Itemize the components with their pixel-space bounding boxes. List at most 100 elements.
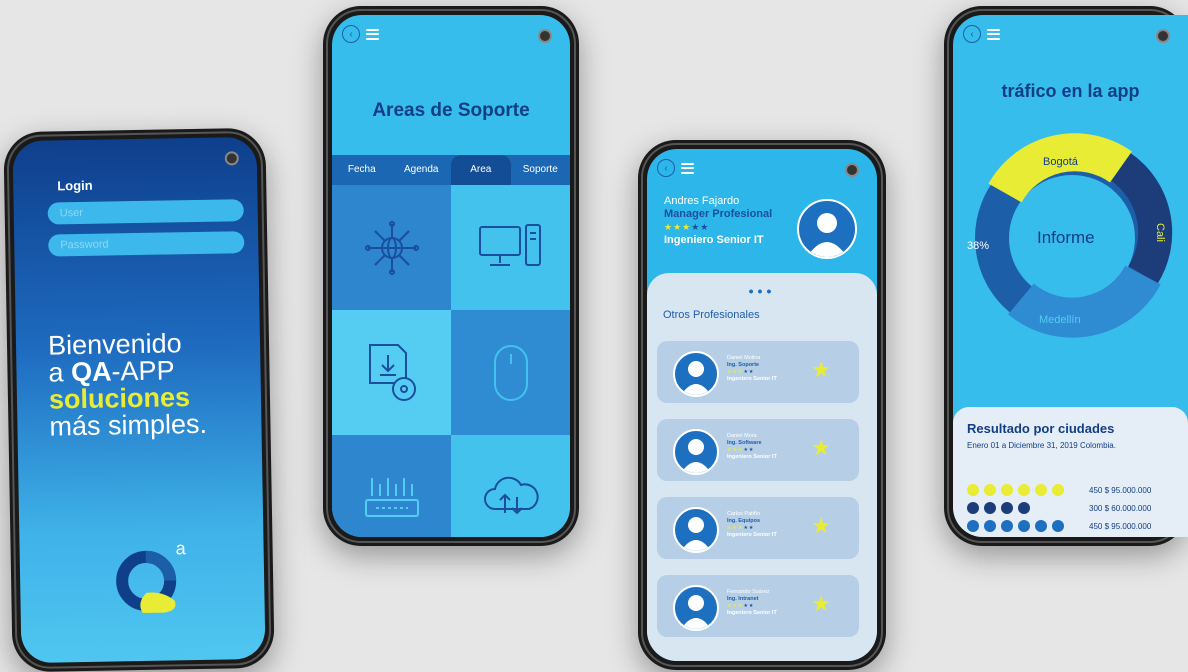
card-rating: ★★★★★ <box>727 603 755 609</box>
professional-card[interactable]: Daniel Mora Ing. Software ★★★★★ Ingenier… <box>657 419 859 481</box>
camera-icon <box>845 163 859 177</box>
pager-dots[interactable]: ••• <box>647 283 877 299</box>
card-role: Ing. Equipos <box>727 518 760 524</box>
back-icon[interactable]: ‹ <box>657 159 675 177</box>
card-rating: ★★★★★ <box>727 447 755 453</box>
star-icon[interactable]: ★ <box>811 513 831 539</box>
phone-traffic: ‹ tráfico en la app Bogotá Cali Medellín… <box>944 6 1188 546</box>
profile-rating: ★★★★★ <box>664 222 710 232</box>
phone-support-areas: ‹ Areas de Soporte Fecha Agenda Area Sop… <box>323 6 579 546</box>
result-value: 450 $ 95.000.000 <box>1089 485 1152 495</box>
section-label: Otros Profesionales <box>663 309 760 321</box>
card-level: Ingeniero Senior IT <box>727 454 777 460</box>
card-text: Fernando Suárez Ing. Intranet ★★★★★ Inge… <box>727 589 777 617</box>
login-title: Login <box>57 177 93 194</box>
tab-area[interactable]: Area <box>451 155 511 185</box>
results-panel: Resultado por ciudades Enero 01 a Diciem… <box>953 407 1188 537</box>
support-screen: ‹ Areas de Soporte Fecha Agenda Area Sop… <box>332 15 570 537</box>
avatar[interactable] <box>797 199 857 259</box>
professional-card[interactable]: Fernando Suárez Ing. Intranet ★★★★★ Inge… <box>657 575 859 637</box>
qa-logo: a <box>111 538 192 619</box>
card-name: Daniel Mora <box>727 433 757 439</box>
camera-icon <box>538 29 552 43</box>
card-text: Carlos Patiño Ing. Equipos ★★★★★ Ingenie… <box>727 511 777 539</box>
dot-indicator <box>967 502 1030 514</box>
card-text: Daniel Mora Ing. Software ★★★★★ Ingenier… <box>727 433 777 461</box>
result-value: 300 $ 60.000.000 <box>1089 503 1152 513</box>
professionals-screen: ‹ Andres Fajardo Manager Profesional ★★★… <box>647 149 877 661</box>
avatar <box>673 351 719 397</box>
svg-text:a: a <box>175 538 186 558</box>
card-level: Ingeniero Senior IT <box>727 376 777 382</box>
phone-login: Login User Password Bienvenido a QA-APP … <box>3 127 275 672</box>
menu-icon[interactable] <box>366 28 379 40</box>
top-bar: ‹ <box>342 25 379 43</box>
center-label: Informe <box>1037 228 1095 247</box>
result-row: 300 $ 60.000.000 <box>967 501 1180 515</box>
tab-soporte[interactable]: Soporte <box>511 155 571 185</box>
card-name: Daniel Molina <box>727 355 761 361</box>
tile-cloud[interactable] <box>451 435 570 537</box>
card-role: Ing. Software <box>727 440 762 446</box>
dot-indicator <box>967 484 1064 496</box>
user-input[interactable]: User <box>47 199 244 225</box>
professional-card[interactable]: Daniel Molina Ing. Soporte ★★★★★ Ingenie… <box>657 341 859 403</box>
profile-name: Andres Fajardo <box>664 195 740 207</box>
result-value: 450 $ 95.000.000 <box>1089 521 1152 531</box>
welcome-brand: QA <box>70 356 112 388</box>
card-name: Fernando Suárez <box>727 589 770 595</box>
page-title: tráfico en la app <box>1001 81 1140 101</box>
tile-download[interactable] <box>332 310 451 435</box>
result-row: 450 $ 95.000.000 <box>967 519 1180 533</box>
back-icon[interactable]: ‹ <box>963 25 981 43</box>
card-level: Ingeniero Senior IT <box>727 610 777 616</box>
network-globe-icon <box>364 220 419 275</box>
camera-icon <box>224 151 239 166</box>
cloud-sync-icon <box>483 476 539 514</box>
welcome-line-4: más simples. <box>49 408 208 442</box>
label-bogota: Bogotá <box>1043 156 1079 168</box>
label-cali: Cali <box>1154 223 1166 242</box>
back-icon[interactable]: ‹ <box>342 25 360 43</box>
avatar <box>673 507 719 553</box>
card-level: Ingeniero Senior IT <box>727 532 777 538</box>
card-rating: ★★★★★ <box>727 525 755 531</box>
menu-icon[interactable] <box>987 28 1000 40</box>
card-name: Carlos Patiño <box>727 511 761 517</box>
phone-professionals: ‹ Andres Fajardo Manager Profesional ★★★… <box>638 140 886 670</box>
tile-desktop[interactable] <box>451 185 570 310</box>
label-percent: 38% <box>967 240 989 252</box>
tab-fecha[interactable]: Fecha <box>332 155 392 185</box>
professional-card[interactable]: Carlos Patiño Ing. Equipos ★★★★★ Ingenie… <box>657 497 859 559</box>
menu-icon[interactable] <box>681 162 694 174</box>
star-icon[interactable]: ★ <box>811 435 831 461</box>
traffic-screen: ‹ tráfico en la app Bogotá Cali Medellín… <box>953 15 1188 537</box>
results-subtitle: Enero 01 a Diciembre 31, 2019 Colombia. <box>967 441 1116 450</box>
card-role: Ing. Intranet <box>727 596 759 602</box>
desktop-computer-icon <box>478 223 541 266</box>
card-role: Ing. Soporte <box>727 362 760 368</box>
result-row: 450 $ 95.000.000 <box>967 483 1180 497</box>
star-icon[interactable]: ★ <box>811 591 831 617</box>
tile-router[interactable] <box>332 435 451 537</box>
professionals-panel: ••• Otros Profesionales Daniel Molina In… <box>647 273 877 661</box>
router-icon <box>364 477 419 517</box>
welcome-text: Bienvenido a QA-APP soluciones más simpl… <box>47 328 208 442</box>
welcome-prefix: a <box>48 357 72 388</box>
login-screen: Login User Password Bienvenido a QA-APP … <box>12 136 266 664</box>
avatar <box>673 585 719 631</box>
star-icon[interactable]: ★ <box>811 357 831 383</box>
tile-mouse[interactable] <box>451 310 570 435</box>
traffic-donut-chart: Bogotá Cali Medellín 38% Informe <box>967 133 1173 338</box>
password-input[interactable]: Password <box>48 231 245 257</box>
results-title: Resultado por ciudades <box>967 421 1115 436</box>
mouse-icon <box>493 344 528 401</box>
download-disc-icon <box>368 343 416 401</box>
top-bar: ‹ <box>963 25 1000 43</box>
card-rating: ★★★★★ <box>727 369 755 375</box>
welcome-line-1: Bienvenido <box>47 328 182 361</box>
tile-network[interactable] <box>332 185 451 310</box>
card-text: Daniel Molina Ing. Soporte ★★★★★ Ingenie… <box>727 355 777 383</box>
tab-agenda[interactable]: Agenda <box>392 155 452 185</box>
dot-indicator <box>967 520 1064 532</box>
